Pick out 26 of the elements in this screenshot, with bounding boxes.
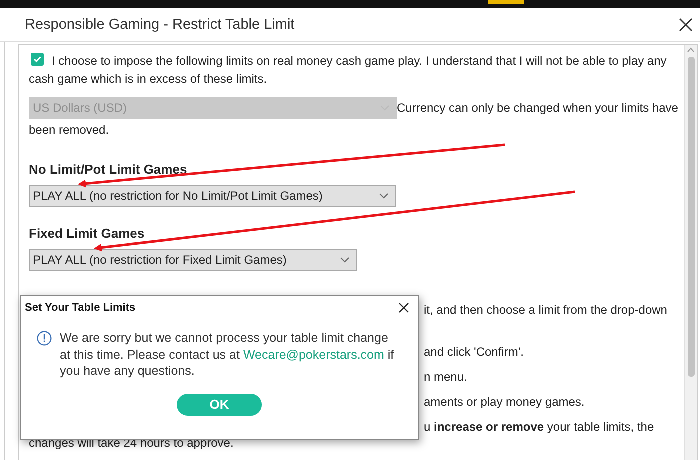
currency-note: been removed. <box>29 122 110 139</box>
instruction-text: and click 'Confirm'. <box>424 344 525 361</box>
scrollbar[interactable] <box>684 45 697 460</box>
currency-note: Currency can only be changed when your limits have <box>397 100 678 117</box>
instruction-text: aments or play money games. <box>424 394 586 411</box>
caret-icon <box>340 257 350 263</box>
email-link[interactable]: Wecare@pokerstars.com <box>243 348 384 362</box>
scroll-up-icon[interactable] <box>687 47 695 53</box>
checkmark-icon <box>32 54 43 65</box>
consent-text: I choose to impose the following limits on real money cash game play. I understand that I will not be able to play any cash game which is in excess of these limits. <box>29 52 668 88</box>
info-icon <box>37 331 52 346</box>
caret-icon <box>379 193 389 199</box>
window-title: Responsible Gaming - Restrict Table Limit <box>25 16 295 32</box>
close-button[interactable] <box>678 16 694 32</box>
consent-checkbox[interactable] <box>31 53 44 66</box>
dialog-message: We are sorry but we cannot process your table limit change at this time. Please contact us at Wecare@pokerstars.com if you have any questions. <box>60 330 396 380</box>
section-heading: No Limit/Pot Limit Games <box>29 162 188 178</box>
ok-button[interactable]: OK <box>177 394 262 416</box>
section-heading: Fixed Limit Games <box>29 226 146 242</box>
instruction-text: u increase or remove your table limits, the <box>424 419 656 436</box>
instruction-text: it, and then choose a limit from the drop-down <box>424 302 668 319</box>
limit-dropdown[interactable]: PLAY ALL (no restriction for No Limit/Pot Limit Games) <box>29 185 396 207</box>
dialog-title: Set Your Table Limits <box>25 302 136 314</box>
tab-fragment <box>488 0 524 4</box>
limit-dropdown[interactable]: PLAY ALL (no restriction for Fixed Limit Games) <box>29 249 357 271</box>
instruction-text: n menu. <box>424 369 468 386</box>
